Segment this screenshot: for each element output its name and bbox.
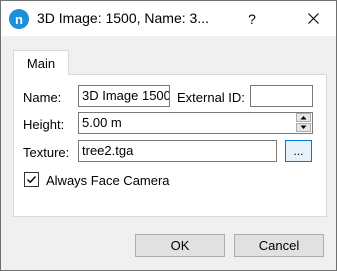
chevron-up-icon xyxy=(300,116,307,120)
close-icon xyxy=(308,13,319,24)
external-id-field[interactable] xyxy=(250,85,313,107)
height-field[interactable]: 5.00 m xyxy=(78,112,313,134)
properties-dialog: n 3D Image: 1500, Name: 3... ? Main Name… xyxy=(0,0,337,271)
help-icon: ? xyxy=(248,10,256,27)
external-id-label: External ID: xyxy=(177,90,245,105)
always-face-camera-checkbox[interactable] xyxy=(24,172,39,187)
app-logo-letter: n xyxy=(15,11,23,27)
help-button[interactable]: ? xyxy=(237,1,267,36)
stepper-down-button[interactable] xyxy=(296,123,311,132)
height-label: Height: xyxy=(23,117,65,132)
app-logo-icon: n xyxy=(9,9,29,29)
texture-field[interactable]: tree2.tga xyxy=(78,140,277,162)
height-stepper[interactable] xyxy=(296,113,311,132)
tab-main[interactable]: Main xyxy=(13,50,69,75)
browse-texture-button[interactable]: ... xyxy=(285,140,312,162)
checkmark-icon xyxy=(27,176,37,184)
window-title: 3D Image: 1500, Name: 3... xyxy=(37,10,209,26)
name-label: Name: xyxy=(23,90,62,105)
always-face-camera-label: Always Face Camera xyxy=(46,173,170,188)
ok-button[interactable]: OK xyxy=(135,234,225,257)
close-button[interactable] xyxy=(291,1,336,36)
title-bar: n 3D Image: 1500, Name: 3... ? xyxy=(1,1,336,36)
tab-main-label: Main xyxy=(26,55,56,71)
texture-label: Texture: xyxy=(23,145,70,160)
stepper-up-button[interactable] xyxy=(296,113,311,122)
chevron-down-icon xyxy=(300,125,307,129)
name-field[interactable]: 3D Image 1500 xyxy=(78,85,170,107)
cancel-button[interactable]: Cancel xyxy=(234,234,324,257)
